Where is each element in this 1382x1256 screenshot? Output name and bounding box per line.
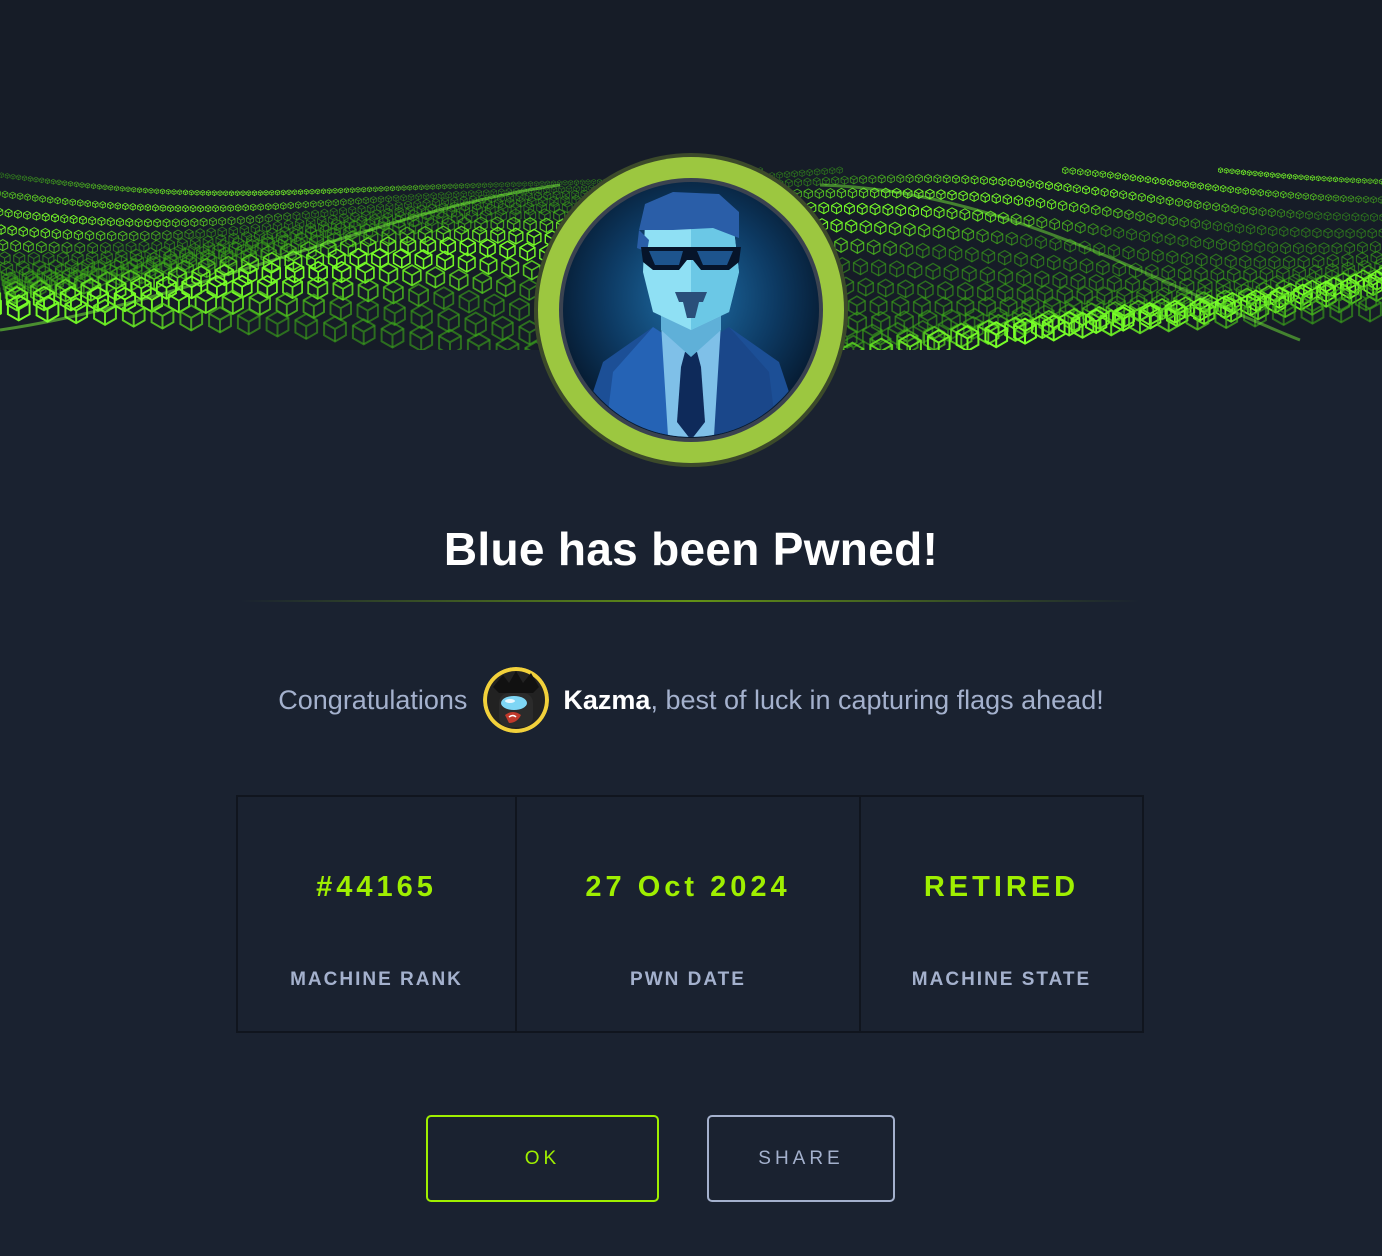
title-divider [240,600,1140,602]
machine-avatar [533,152,849,468]
stat-value: 27 Oct 2024 [585,871,791,903]
stat-value: #44165 [316,871,437,903]
user-avatar [483,667,550,733]
stat-label: MACHINE STATE [911,969,1092,990]
ok-button[interactable]: OK [426,1115,659,1202]
congrats-message: Congratulations Kazma , best of luck in … [0,664,1382,736]
congrats-prefix: Congratulations [278,684,468,715]
stat-pwn-date: 27 Oct 2024 PWN DATE [517,797,861,1031]
share-button[interactable]: SHARE [707,1115,895,1202]
stat-label: PWN DATE [630,969,746,990]
username: Kazma [563,684,651,715]
stat-label: MACHINE RANK [290,969,463,990]
congrats-suffix: , best of luck in capturing flags ahead! [650,684,1104,715]
page-title: Blue has been Pwned! [443,523,939,575]
pwned-modal: Blue has been Pwned! Congratulations Kaz… [0,0,1382,1256]
stat-machine-state: RETIRED MACHINE STATE [861,797,1142,1031]
stat-value: RETIRED [923,871,1080,903]
stat-machine-rank: #44165 MACHINE RANK [238,797,517,1031]
stats-table: #44165 MACHINE RANK 27 Oct 2024 PWN DATE… [236,795,1144,1033]
among-us-avatar-icon [483,667,550,733]
agent-avatar-icon [534,153,848,467]
